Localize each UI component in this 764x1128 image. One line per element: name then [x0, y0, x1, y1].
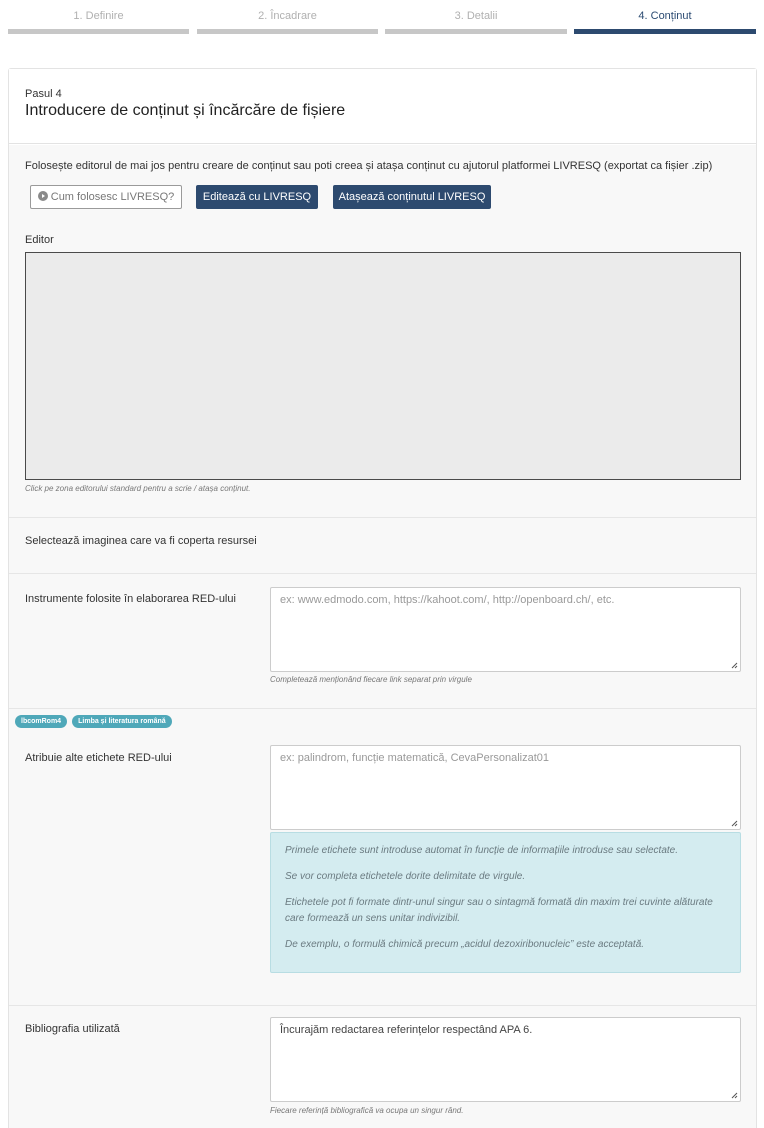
how-to-livresq-button[interactable]: Cum folosesc LIVRESQ?: [30, 185, 182, 209]
section-divider: [9, 708, 756, 709]
resize-handle-icon[interactable]: [730, 1091, 738, 1099]
bibliography-value: Încurajăm redactarea referințelor respec…: [280, 1024, 533, 1036]
tools-help-text: Completează menționând fiecare link sepa…: [270, 675, 472, 684]
bibliography-label: Bibliografia utilizată: [25, 1023, 120, 1035]
step-label: 3. Detalii: [454, 10, 498, 22]
step-label: 1. Definire: [73, 10, 124, 22]
cover-image-label[interactable]: Selectează imaginea care va fi coperta r…: [25, 535, 257, 547]
edit-livresq-button[interactable]: Editează cu LIVRESQ: [196, 185, 318, 209]
step-bar-active: [574, 29, 756, 34]
step-bar: [197, 29, 378, 34]
editor-label: Editor: [25, 234, 54, 246]
tools-label: Instrumente folosite în elaborarea RED-u…: [25, 593, 236, 605]
tools-input[interactable]: ex: www.edmodo.com, https://kahoot.com/,…: [270, 587, 741, 672]
step-bar: [385, 29, 567, 34]
info-paragraph: Se vor completa etichetele dorite delimi…: [285, 871, 526, 882]
step-detalii[interactable]: 3. Detalii: [385, 0, 567, 36]
step-continut[interactable]: 4. Conținut: [574, 0, 756, 36]
card-body: Folosește editorul de mai jos pentru cre…: [9, 145, 756, 1128]
content-editor[interactable]: [25, 252, 741, 480]
intro-text: Folosește editorul de mai jos pentru cre…: [25, 160, 713, 172]
step-bar: [8, 29, 189, 34]
attach-livresq-button[interactable]: Atașează conținutul LIVRESQ: [333, 185, 491, 209]
step-label: 4. Conținut: [638, 10, 692, 22]
step-label: 2. Încadrare: [258, 10, 317, 22]
bibliography-input[interactable]: Încurajăm redactarea referințelor respec…: [270, 1017, 741, 1102]
info-paragraph: De exemplu, o formulă chimică precum „ac…: [285, 939, 645, 950]
labels-label: Atribuie alte etichete RED-ului: [25, 752, 172, 764]
tag-badge: lbcomRom4: [15, 715, 68, 728]
labels-info-box: Primele etichete sunt introduse automat …: [270, 832, 741, 973]
info-paragraph: Etichetele pot fi formate dintr-unul sin…: [285, 897, 713, 924]
step-definire[interactable]: 1. Definire: [8, 0, 189, 36]
tag-badge: Limba și literatura română: [72, 715, 172, 728]
content-card: Pasul 4 Introducere de conținut și încăr…: [8, 68, 757, 1128]
step-number: Pasul 4: [25, 88, 62, 100]
bibliography-help-text: Fiecare referință bibliografică va ocupa…: [270, 1106, 464, 1115]
tools-placeholder: ex: www.edmodo.com, https://kahoot.com/,…: [280, 594, 615, 606]
labels-input[interactable]: ex: palindrom, funcție matematică, CevaP…: [270, 745, 741, 830]
resize-handle-icon[interactable]: [730, 661, 738, 669]
section-divider: [9, 517, 756, 518]
page-title: Introducere de conținut și încărcăre de …: [25, 102, 346, 119]
progress-stepper: 1. Definire 2. Încadrare 3. Detalii 4. C…: [8, 0, 756, 36]
editor-help-text: Click pe zona editorului standard pentru…: [25, 484, 251, 493]
how-to-livresq-label: Cum folosesc LIVRESQ?: [50, 191, 175, 203]
card-header: Pasul 4 Introducere de conținut și încăr…: [9, 69, 756, 144]
auto-tags: lbcomRom4 Limba și literatura română: [15, 714, 174, 728]
step-incadrare[interactable]: 2. Încadrare: [197, 0, 378, 36]
info-paragraph: Primele etichete sunt introduse automat …: [285, 845, 678, 856]
resize-handle-icon[interactable]: [730, 819, 738, 827]
labels-placeholder: ex: palindrom, funcție matematică, CevaP…: [280, 752, 550, 764]
section-divider: [9, 1005, 756, 1006]
section-divider: [9, 573, 756, 574]
play-icon: [37, 191, 48, 201]
